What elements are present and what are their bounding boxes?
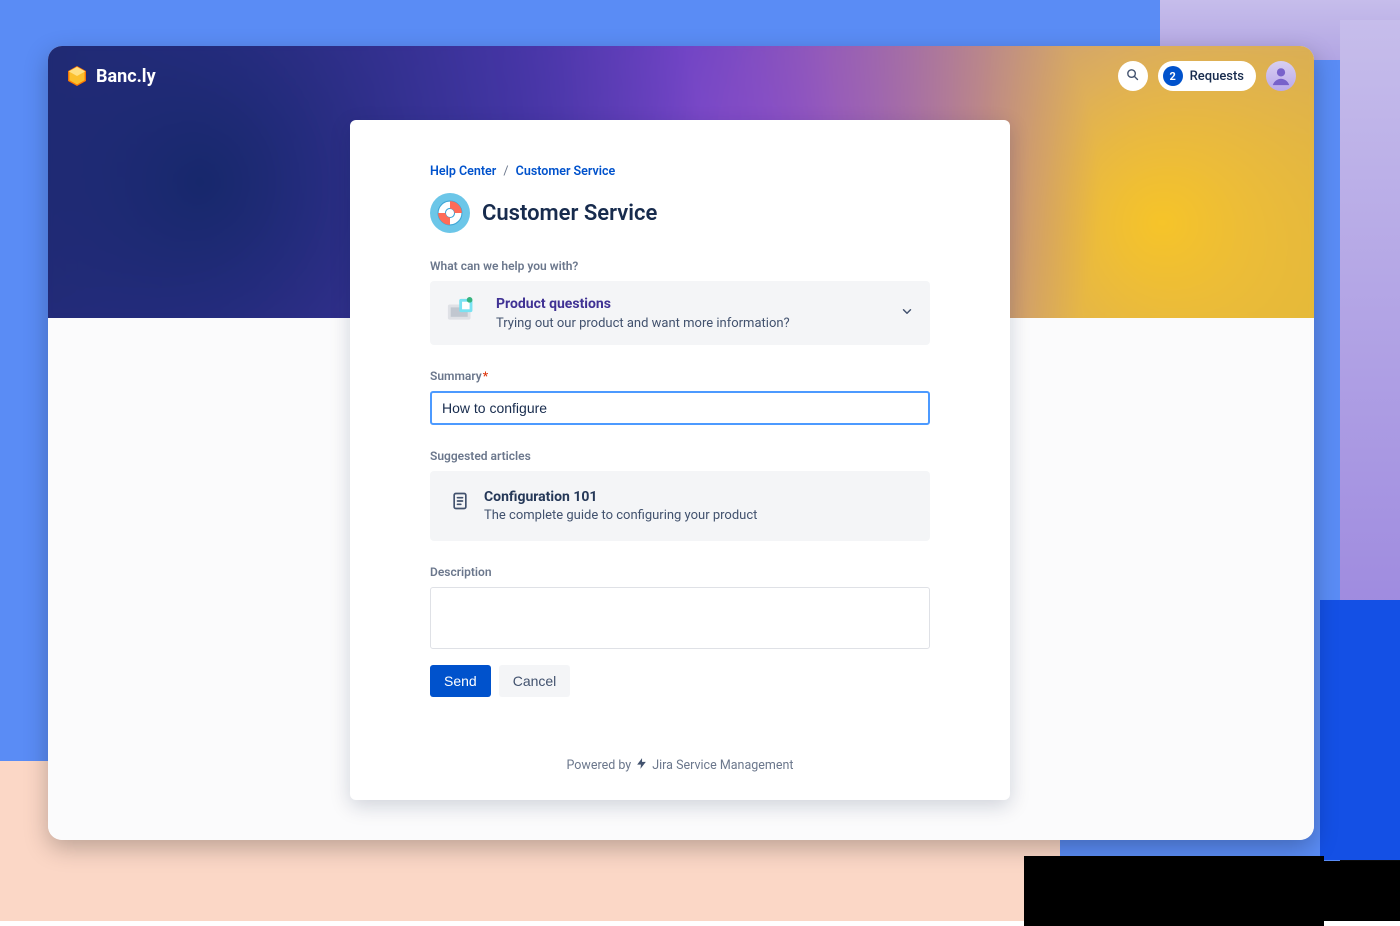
app-panel: Banc.ly 2 Requests Help Center / Custom [48, 46, 1314, 840]
button-row: Send Cancel [430, 665, 930, 697]
outer-lavender-right [1340, 20, 1400, 620]
send-button[interactable]: Send [430, 665, 491, 697]
summary-label: Summary* [430, 369, 930, 383]
suggested-article-description: The complete guide to configuring your p… [484, 508, 757, 523]
description-input[interactable] [430, 587, 930, 649]
breadcrumb-separator: / [503, 164, 508, 179]
article-icon [450, 491, 470, 511]
footer-prefix: Powered by [567, 758, 632, 773]
bolt-icon [635, 757, 648, 774]
search-icon [1125, 67, 1140, 86]
breadcrumb-root[interactable]: Help Center [430, 164, 496, 179]
cancel-button[interactable]: Cancel [499, 665, 571, 697]
requests-button[interactable]: 2 Requests [1158, 61, 1256, 91]
request-type-title: Product questions [496, 295, 790, 313]
suggested-article-title: Configuration 101 [484, 489, 757, 505]
help-label: What can we help you with? [430, 259, 930, 273]
requests-label: Requests [1190, 69, 1244, 84]
top-bar: Banc.ly 2 Requests [48, 60, 1314, 92]
page-title: Customer Service [482, 201, 657, 226]
request-type-description: Trying out our product and want more inf… [496, 316, 790, 331]
suggested-articles-label: Suggested articles [430, 449, 930, 463]
search-button[interactable] [1118, 61, 1148, 91]
lifebuoy-icon [430, 193, 470, 233]
footer-product: Jira Service Management [652, 758, 793, 773]
brand-name: Banc.ly [96, 66, 156, 87]
chevron-down-icon [900, 304, 914, 323]
breadcrumb: Help Center / Customer Service [430, 164, 930, 179]
page-title-row: Customer Service [430, 193, 930, 233]
outer-black-bottom [1060, 861, 1400, 921]
description-label: Description [430, 565, 930, 579]
requests-count-badge: 2 [1163, 66, 1183, 86]
request-card: Help Center / Customer Service Customer … [350, 120, 1010, 800]
breadcrumb-current[interactable]: Customer Service [516, 164, 616, 179]
brand[interactable]: Banc.ly [66, 65, 156, 87]
request-type-icon [446, 297, 480, 325]
brand-logo-icon [66, 65, 88, 87]
footer: Powered by Jira Service Management [350, 757, 1010, 774]
top-right: 2 Requests [1118, 61, 1296, 91]
summary-input[interactable] [430, 391, 930, 425]
avatar[interactable] [1266, 61, 1296, 91]
avatar-icon [1270, 65, 1292, 91]
outer-blue-right [1320, 600, 1400, 860]
suggested-article[interactable]: Configuration 101 The complete guide to … [430, 471, 930, 541]
request-type-select[interactable]: Product questions Trying out our product… [430, 281, 930, 345]
